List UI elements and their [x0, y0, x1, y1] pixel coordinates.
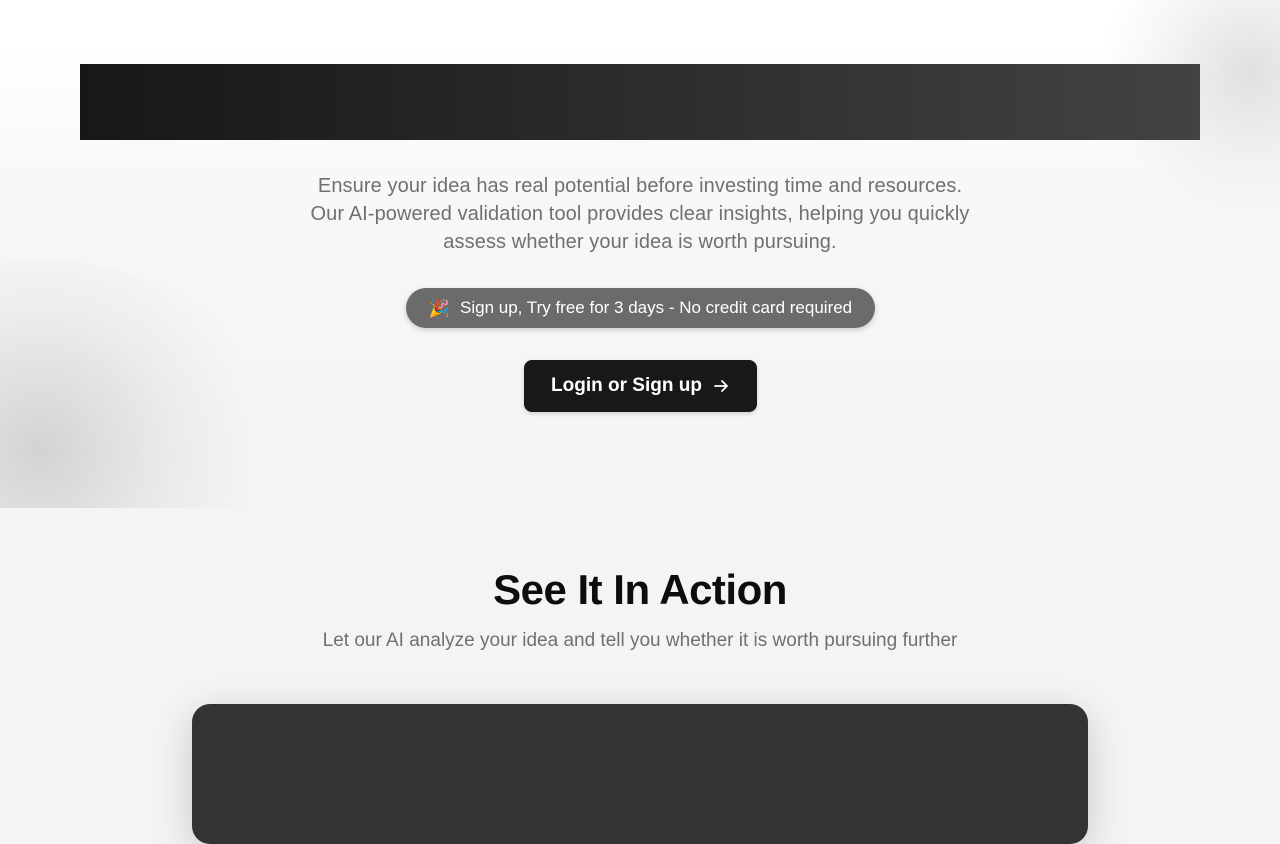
login-signup-button[interactable]: Login or Sign up	[524, 360, 757, 412]
free-trial-badge[interactable]: 🎉 Sign up, Try free for 3 days - No cred…	[406, 288, 875, 328]
hero-title-banner	[80, 64, 1200, 140]
login-signup-label: Login or Sign up	[551, 375, 702, 396]
hero-description: Ensure your idea has real potential befo…	[310, 175, 970, 253]
free-trial-text: Sign up, Try free for 3 days - No credit…	[460, 298, 853, 317]
demo-video-frame[interactable]	[192, 704, 1088, 844]
arrow-right-icon	[712, 377, 730, 395]
party-popper-icon: 🎉	[428, 298, 451, 318]
section-subtitle: Let our AI analyze your idea and tell yo…	[322, 630, 958, 651]
section-title: See It In Action	[493, 566, 787, 613]
hero-section: Ensure your idea has real potential befo…	[0, 0, 1280, 508]
background-glow-left	[0, 260, 280, 508]
